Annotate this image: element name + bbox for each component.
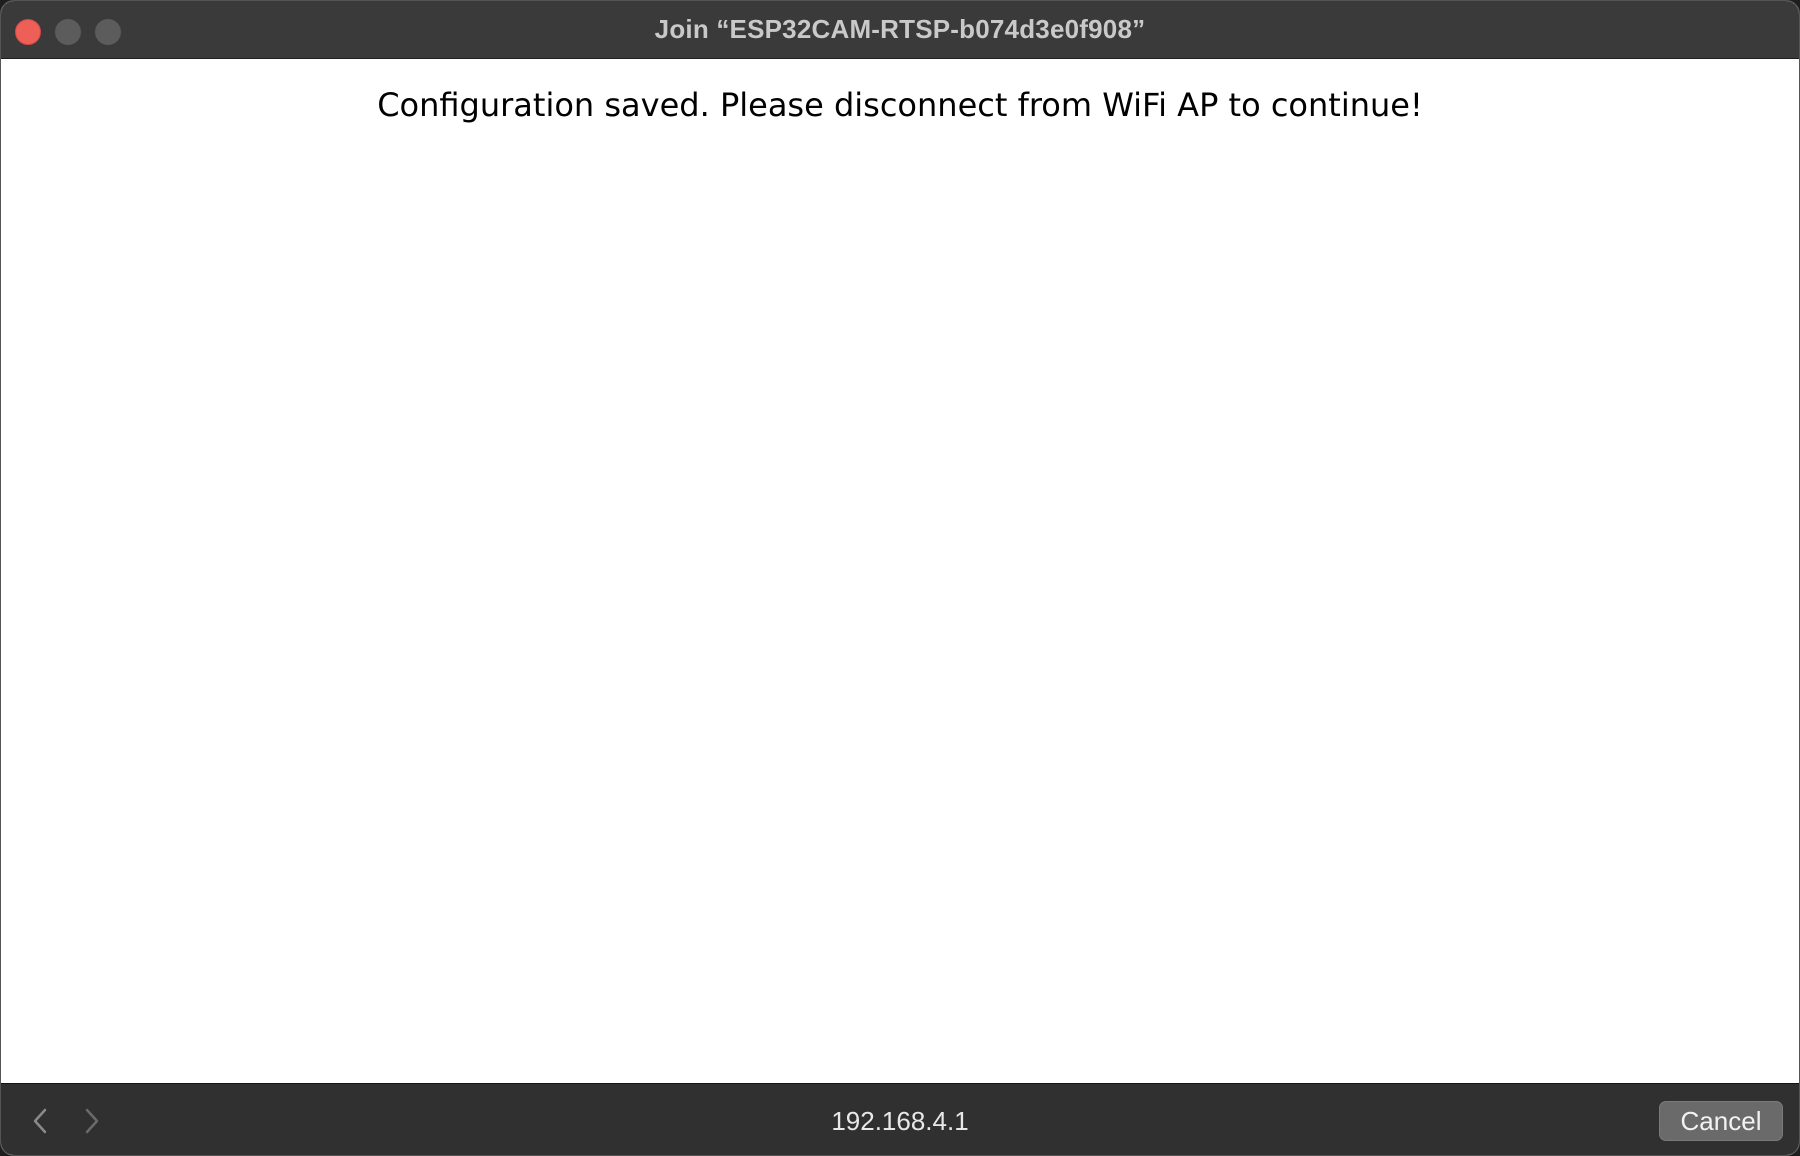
minimize-window-button[interactable] (55, 19, 81, 45)
url-label: 192.168.4.1 (831, 1106, 969, 1136)
close-window-button[interactable] (15, 19, 41, 45)
window-title: Join “ESP32CAM-RTSP-b074d3e0f908” (654, 14, 1146, 44)
title-bar: Join “ESP32CAM-RTSP-b074d3e0f908” (1, 1, 1799, 59)
window-controls (15, 19, 121, 45)
zoom-window-button[interactable] (95, 19, 121, 45)
status-message: Configuration saved. Please disconnect f… (377, 86, 1423, 124)
web-content: Configuration saved. Please disconnect f… (1, 59, 1799, 1083)
captive-portal-window: Join “ESP32CAM-RTSP-b074d3e0f908” Config… (0, 0, 1800, 1156)
cancel-button[interactable]: Cancel (1659, 1101, 1783, 1141)
bottom-toolbar: 192.168.4.1 Cancel (1, 1083, 1799, 1155)
